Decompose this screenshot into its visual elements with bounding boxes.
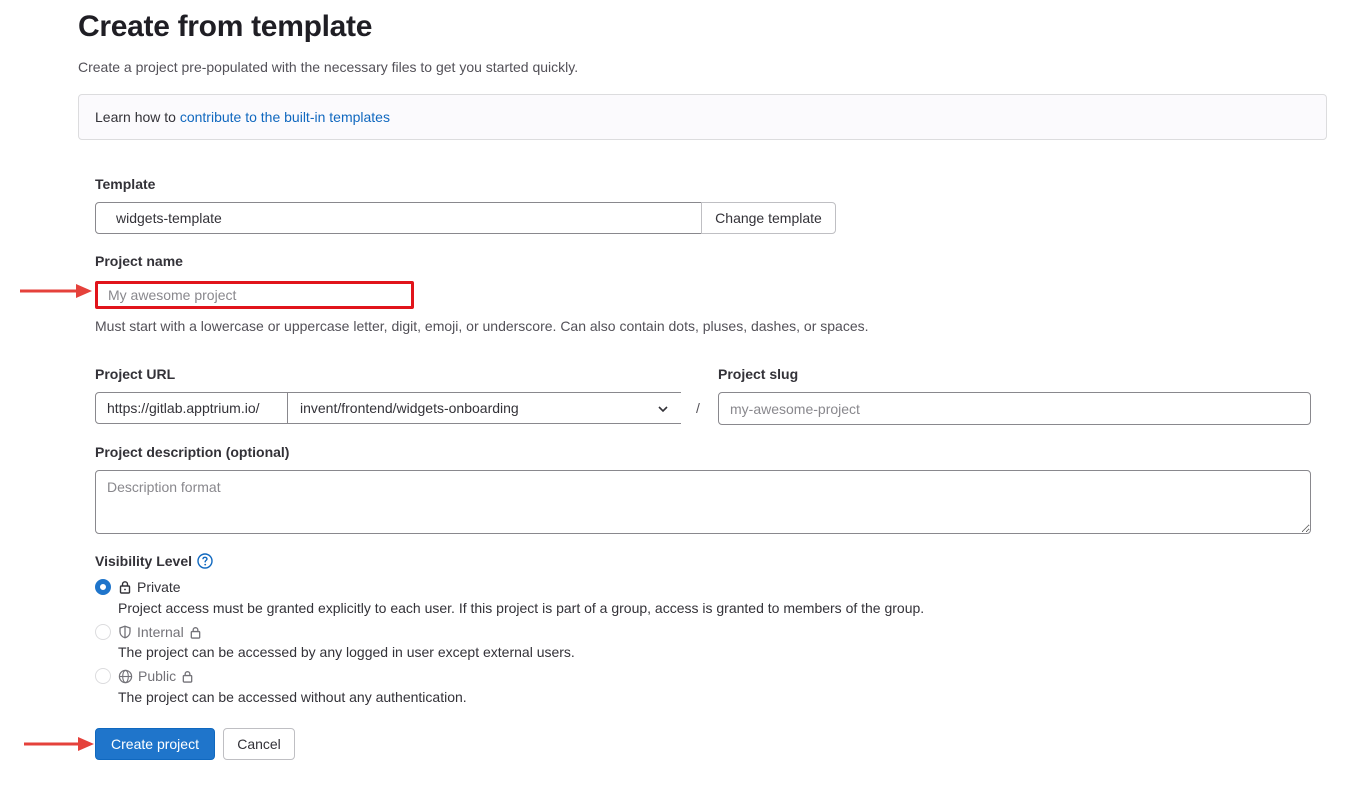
- page-subtitle: Create a project pre-populated with the …: [78, 59, 579, 75]
- help-icon[interactable]: [197, 553, 213, 569]
- template-label: Template: [95, 176, 156, 192]
- info-text: Learn how to: [95, 109, 180, 125]
- annotation-arrow-icon: [24, 737, 94, 751]
- description-label: Project description (optional): [95, 444, 290, 460]
- visibility-public-label: Public: [138, 668, 177, 684]
- visibility-option-private[interactable]: Private: [118, 579, 181, 595]
- visibility-public-description: The project can be accessed without any …: [118, 689, 467, 705]
- description-textarea[interactable]: [95, 470, 1311, 534]
- chevron-down-icon: [658, 406, 668, 413]
- project-url-label: Project URL: [95, 366, 176, 382]
- lock-icon: [182, 670, 193, 683]
- shield-icon: [119, 625, 131, 639]
- project-name-input[interactable]: [95, 281, 414, 309]
- url-prefix: https://gitlab.apptrium.io/: [95, 392, 288, 424]
- visibility-option-public[interactable]: Public: [118, 668, 194, 684]
- visibility-radio-public[interactable]: [95, 668, 111, 684]
- globe-icon: [118, 669, 133, 683]
- lock-icon: [190, 626, 201, 639]
- visibility-radio-internal[interactable]: [95, 624, 111, 640]
- visibility-radio-private[interactable]: [95, 579, 111, 595]
- project-slug-input[interactable]: [718, 392, 1311, 425]
- project-name-label: Project name: [95, 253, 183, 269]
- visibility-internal-description: The project can be accessed by any logge…: [118, 644, 575, 660]
- page-title: Create from template: [78, 10, 373, 43]
- visibility-label: Visibility Level: [95, 553, 193, 569]
- lock-icon: [119, 581, 131, 594]
- change-template-button[interactable]: Change template: [701, 202, 836, 234]
- visibility-internal-label: Internal: [137, 624, 184, 640]
- info-alert: Learn how to contribute to the built-in …: [78, 94, 1327, 140]
- create-project-button[interactable]: Create project: [95, 728, 215, 760]
- namespace-dropdown[interactable]: invent/frontend/widgets-onboarding: [287, 392, 681, 424]
- annotation-arrow-icon: [20, 284, 92, 298]
- contribute-templates-link[interactable]: contribute to the built-in templates: [180, 109, 390, 125]
- project-name-help: Must start with a lowercase or uppercase…: [95, 318, 869, 334]
- cancel-button[interactable]: Cancel: [223, 728, 295, 760]
- template-field: widgets-template: [95, 202, 702, 234]
- project-slug-label: Project slug: [718, 366, 799, 382]
- visibility-private-label: Private: [137, 579, 181, 595]
- url-separator: /: [696, 400, 700, 416]
- namespace-value: invent/frontend/widgets-onboarding: [300, 400, 519, 416]
- visibility-private-description: Project access must be granted explicitl…: [118, 600, 925, 616]
- visibility-option-internal[interactable]: Internal: [118, 624, 202, 640]
